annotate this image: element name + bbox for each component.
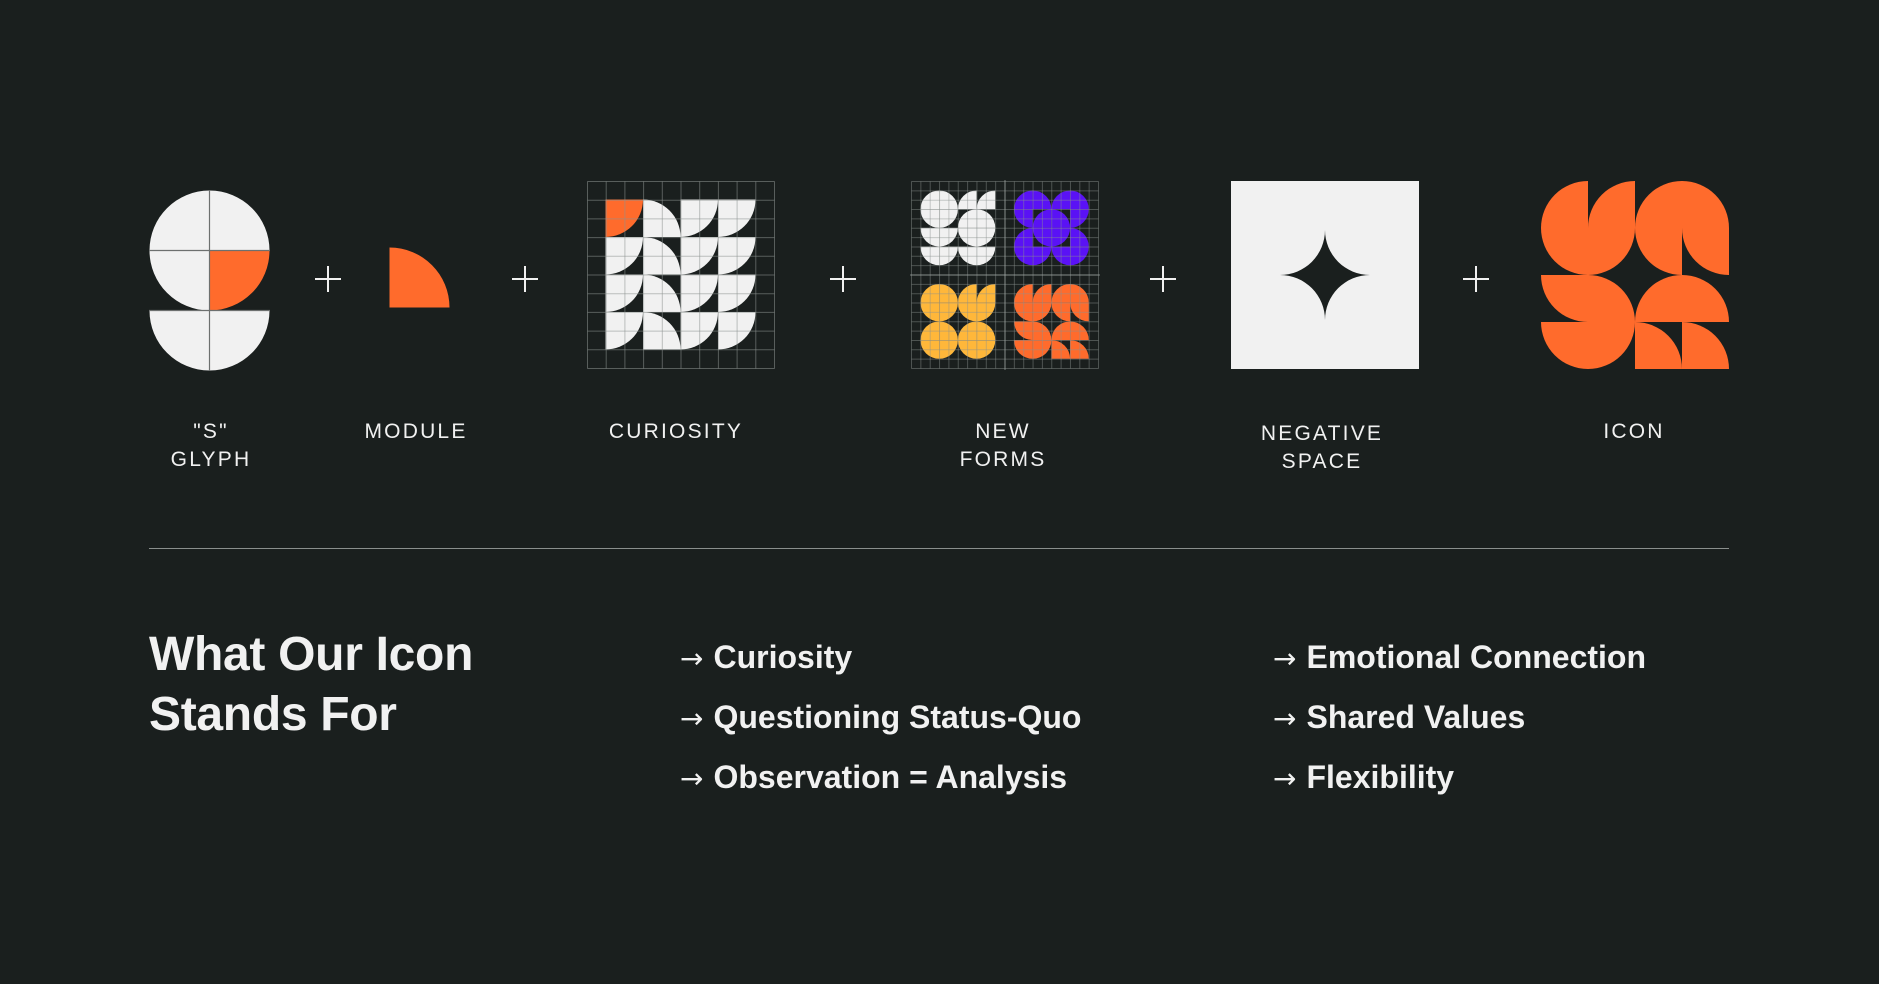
new-forms-graphic	[910, 180, 1100, 370]
quarter-circle-tile	[1682, 228, 1729, 275]
curiosity-graphic	[586, 180, 776, 370]
value-item: → Curiosity	[680, 627, 1081, 687]
quarter-circle-tile	[1541, 181, 1588, 228]
arrow-right-icon: →	[680, 762, 704, 795]
accent-tile	[209, 250, 270, 311]
label-module: MODULE	[364, 418, 467, 446]
plus-sign	[315, 266, 341, 292]
quarter-circle-tile	[149, 190, 210, 251]
arrow-right-icon: →	[1273, 702, 1297, 735]
module-graphic	[389, 247, 450, 308]
plus-sign	[830, 266, 856, 292]
label-new-forms: NEW FORMS	[960, 418, 1047, 474]
label-line: GLYPH	[170, 448, 252, 471]
plus-sign	[1463, 266, 1489, 292]
value-text: Flexibility	[1306, 759, 1455, 795]
quarter-circle-tile	[1682, 275, 1729, 322]
label-line: ICON	[1603, 420, 1665, 443]
quarter-circle-tile	[1682, 322, 1729, 369]
label-curiosity: CURIOSITY	[609, 418, 743, 446]
label-line: "S"	[193, 420, 229, 443]
value-text: Shared Values	[1306, 699, 1526, 735]
quarter-circle-tile	[1588, 181, 1635, 228]
quarter-circle-tile	[1588, 275, 1635, 322]
negative-space-graphic	[1231, 181, 1419, 369]
quarter-circle-tile	[1682, 181, 1729, 228]
quarter-circle-tile	[149, 310, 210, 371]
s-glyph-graphic	[149, 190, 270, 371]
quarter-circle-tile	[209, 190, 270, 251]
quarter-circle-tile	[1635, 228, 1682, 275]
value-item: → Flexibility	[1273, 747, 1646, 807]
label-line: SPACE	[1281, 450, 1363, 473]
label-negative-space: NEGATIVE SPACE	[1261, 420, 1383, 476]
quarter-circle-tile	[1541, 275, 1588, 322]
label-icon: ICON	[1603, 418, 1664, 446]
module-quarter-circle	[389, 247, 450, 308]
value-text: Emotional Connection	[1306, 639, 1647, 675]
quarter-circle-tile	[209, 310, 270, 371]
divider	[149, 548, 1729, 549]
quarter-circle-tile	[1541, 322, 1588, 369]
value-item: → Shared Values	[1273, 687, 1646, 747]
plus-sign	[1150, 266, 1176, 292]
heading-line: What Our Icon	[149, 628, 474, 681]
quarter-circle-tile	[1588, 322, 1635, 369]
label-line: NEGATIVE	[1260, 422, 1384, 445]
arrow-right-icon: →	[680, 642, 704, 675]
value-text: Questioning Status-Quo	[713, 699, 1082, 735]
value-item: → Questioning Status-Quo	[680, 687, 1081, 747]
arrow-right-icon: →	[1273, 762, 1297, 795]
section-heading: What Our Icon Stands For	[149, 625, 473, 745]
arrow-right-icon: →	[1273, 642, 1297, 675]
value-text: Observation = Analysis	[713, 759, 1068, 795]
quarter-circle-tile	[1635, 275, 1682, 322]
quarter-circle-tile	[1635, 322, 1682, 369]
label-line: FORMS	[959, 448, 1047, 471]
value-text: Curiosity	[713, 639, 853, 675]
label-s-glyph: "S" GLYPH	[171, 418, 252, 474]
heading-line: Stands For	[149, 688, 397, 741]
arrow-right-icon: →	[680, 702, 704, 735]
quarter-circle-tile	[149, 250, 210, 311]
quarter-circle-tile	[1635, 181, 1682, 228]
quarter-circle-tile	[1588, 228, 1635, 275]
final-icon-graphic	[1541, 181, 1729, 369]
quarter-circle-tile	[1541, 228, 1588, 275]
value-item: → Emotional Connection	[1273, 627, 1646, 687]
values-list-1: → Curiosity → Questioning Status-Quo → Obse…	[680, 627, 1081, 807]
values-list-2: → Emotional Connection → Shared Values → Fl…	[1273, 627, 1646, 807]
label-line: MODULE	[364, 420, 468, 443]
label-line: CURIOSITY	[608, 420, 744, 443]
value-item: → Observation = Analysis	[680, 747, 1081, 807]
plus-sign	[512, 266, 538, 292]
label-line: NEW	[975, 420, 1031, 443]
